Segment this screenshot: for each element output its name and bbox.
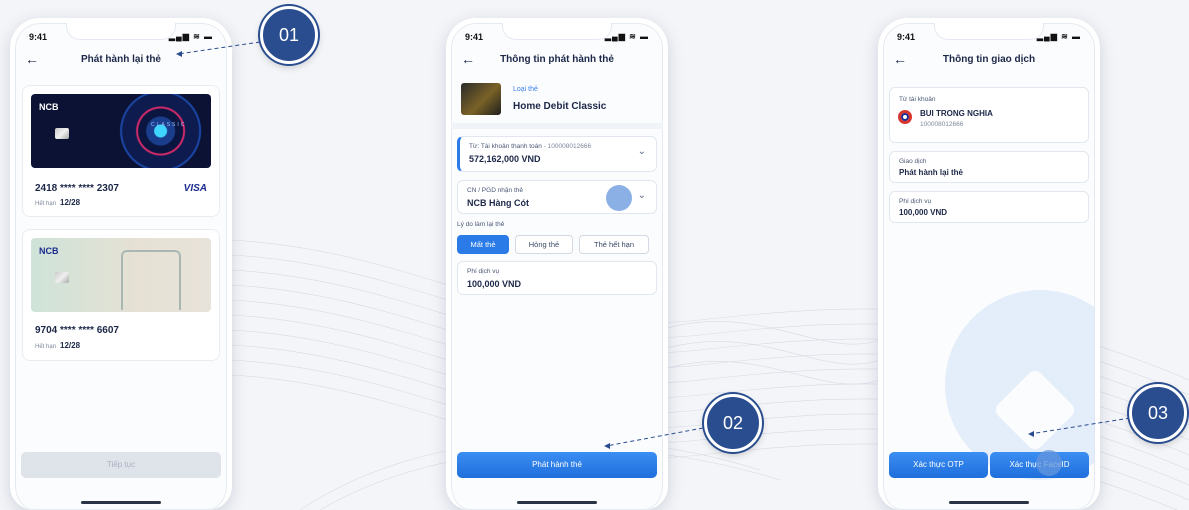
visa-logo: VISA	[183, 183, 207, 194]
card-type-thumbnail	[461, 83, 501, 115]
fee-label: Phí dịch vụ	[467, 268, 500, 275]
home-indicator	[949, 501, 1029, 504]
fee-label: Phí dịch vụ	[899, 198, 932, 205]
nav-bar: ← Phát hành lại thẻ	[15, 51, 227, 73]
card-item-napas[interactable]: NCB 9704 **** **** 6607 Hết hạn 12/28	[22, 229, 220, 361]
phone-issue-info: 9:41 ▂▄▆ ≋ ▬ ← Thông tin phát hành thẻ L…	[446, 18, 668, 510]
otp-verify-button[interactable]: Xác thực OTP	[889, 452, 988, 478]
account-name: BUI TRONG NGHIA	[920, 109, 993, 118]
ncb-logo: NCB	[39, 246, 59, 256]
status-time: 9:41	[465, 32, 484, 42]
card-number: 9704 **** **** 6607	[35, 325, 119, 336]
from-account-select[interactable]: Từ: Tài khoản thanh toán - 100008012666 …	[457, 136, 657, 172]
reason-damaged-button[interactable]: Hỏng thẻ	[515, 235, 573, 254]
card-image-ncb-gate: NCB	[31, 238, 211, 312]
card-type-label: Loại thẻ	[513, 86, 538, 93]
signal-wifi-battery-icon: ▂▄▆ ≋ ▬	[168, 32, 213, 41]
account-number: 100008012666	[920, 121, 964, 128]
signal-wifi-battery-icon: ▂▄▆ ≋ ▬	[1036, 32, 1081, 41]
nav-bar: ← Thông tin phát hành thẻ	[451, 51, 663, 73]
from-account-label: Từ tài khoản	[899, 96, 936, 103]
service-fee-field: Phí dịch vụ 100,000 VND	[457, 261, 657, 295]
card-gate-illustration	[121, 250, 181, 310]
card-chip-icon	[55, 128, 69, 139]
card-expiry: Hết hạn 12/28	[35, 341, 81, 350]
card-number: 2418 **** **** 2307	[35, 183, 119, 194]
ncb-avatar-icon	[898, 110, 912, 124]
tap-indicator	[1036, 450, 1062, 476]
card-type-value: Home Debit Classic	[513, 101, 607, 112]
page-title: Thông tin phát hành thẻ	[500, 54, 614, 65]
card-chip-icon	[55, 272, 69, 283]
tap-indicator	[606, 185, 632, 211]
status-bar: 9:41 ▂▄▆ ≋ ▬	[897, 32, 1081, 44]
phone-reissue-card-select: 9:41 ▂▄▆ ≋ ▬ ← Phát hành lại thẻ NCB CLA…	[10, 18, 232, 510]
card-image-ncb-classic: NCB CLASSIC	[31, 94, 211, 168]
step-badge-2: 02	[704, 394, 762, 452]
page-title: Phát hành lại thẻ	[80, 54, 161, 65]
from-account-label: Từ: Tài khoản thanh toán - 100008012666	[469, 143, 592, 150]
continue-button[interactable]: Tiếp tục	[21, 452, 221, 478]
branch-label: CN / PGD nhận thẻ	[467, 187, 523, 194]
fee-value: 100,000 VND	[899, 208, 948, 217]
branch-value: NCB Hàng Cót	[467, 198, 529, 208]
service-fee-info: Phí dịch vụ 100,000 VND	[889, 191, 1089, 223]
status-bar: 9:41 ▂▄▆ ≋ ▬	[29, 32, 213, 44]
card-expiry: Hết hạn 12/28	[35, 198, 81, 207]
ncb-logo: NCB	[39, 102, 59, 112]
page-title: Thông tin giao dịch	[942, 54, 1036, 65]
from-account-info: Từ tài khoản BUI TRONG NGHIA 10000801266…	[889, 87, 1089, 143]
status-time: 9:41	[29, 32, 48, 42]
signal-wifi-battery-icon: ▂▄▆ ≋ ▬	[604, 32, 649, 41]
home-indicator	[517, 501, 597, 504]
home-indicator	[81, 501, 161, 504]
step-badge-1: 01	[260, 6, 318, 64]
reason-label: Lý do làm lại thẻ	[457, 221, 505, 228]
step-badge-3: 03	[1129, 384, 1187, 442]
issue-card-button[interactable]: Phát hành thẻ	[457, 452, 657, 478]
phone-transaction-info: 9:41 ▂▄▆ ≋ ▬ ← Thông tin giao dịch Từ tà…	[878, 18, 1100, 510]
chevron-down-icon: ⌄	[637, 146, 646, 157]
transaction-type-info: Giao dịch Phát hành lại thẻ	[889, 151, 1089, 183]
tx-value: Phát hành lại thẻ	[899, 168, 964, 177]
status-bar: 9:41 ▂▄▆ ≋ ▬	[465, 32, 649, 44]
card-classic-label: CLASSIC	[151, 122, 187, 128]
branch-select[interactable]: CN / PGD nhận thẻ NCB Hàng Cót ⌄	[457, 180, 657, 214]
card-item-visa[interactable]: NCB CLASSIC 2418 **** **** 2307 VISA Hết…	[22, 85, 220, 217]
status-time: 9:41	[897, 32, 916, 42]
tx-label: Giao dịch	[899, 158, 927, 165]
fee-value: 100,000 VND	[467, 279, 522, 289]
account-balance: 572,162,000 VND	[469, 154, 541, 164]
reason-lost-button[interactable]: Mất thẻ	[457, 235, 509, 254]
section-divider	[451, 123, 663, 129]
chevron-down-icon: ⌄	[637, 190, 646, 201]
nav-bar: ← Thông tin giao dịch	[883, 51, 1095, 73]
reason-expired-button[interactable]: Thẻ hết hạn	[579, 235, 649, 254]
